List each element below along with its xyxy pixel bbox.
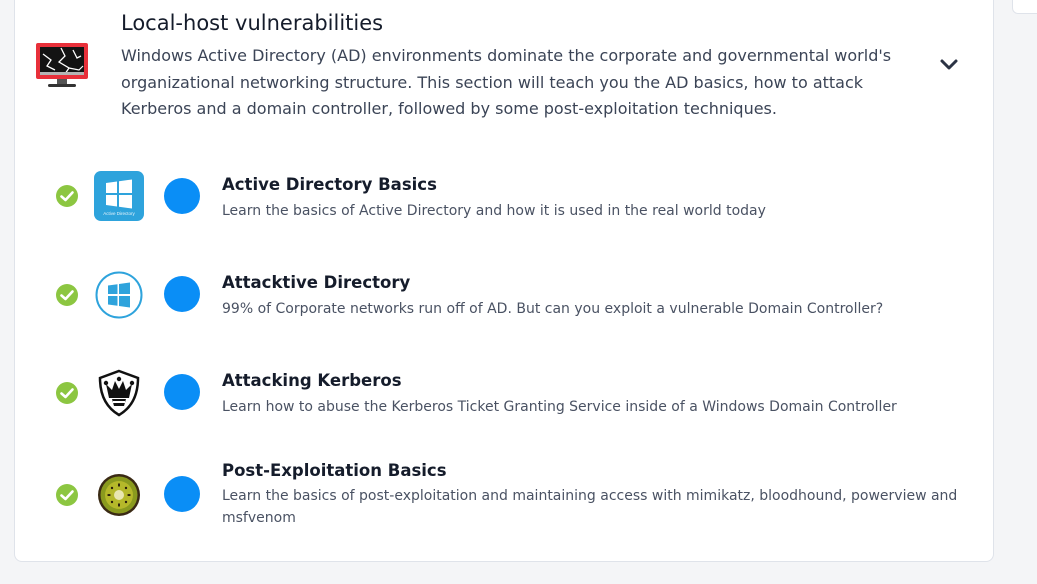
room-title[interactable]: Post-Exploitation Basics xyxy=(222,461,447,480)
room-icon-caption: Active Directory xyxy=(103,211,135,216)
room-description: Learn the basics of post-exploitation an… xyxy=(222,488,958,526)
room-description: Learn how to abuse the Kerberos Ticket G… xyxy=(222,399,897,415)
room-title[interactable]: Attacking Kerberos xyxy=(222,371,402,390)
room-description: 99% of Corporate networks run off of AD.… xyxy=(222,301,884,317)
status-dot xyxy=(164,374,200,410)
room-item[interactable]: Attacktive Directory 99% of Corporate ne… xyxy=(0,255,1037,335)
check-icon xyxy=(56,284,78,306)
status-dot xyxy=(164,476,200,512)
module-title: Local-host vulnerabilities xyxy=(121,11,384,35)
check-icon xyxy=(56,185,78,207)
windows-logo-icon: Active Directory xyxy=(94,171,144,221)
kiwi-icon xyxy=(98,474,140,516)
status-dot xyxy=(164,276,200,312)
room-item[interactable]: Post-Exploitation Basics Learn the basic… xyxy=(0,451,1037,531)
room-title[interactable]: Attacktive Directory xyxy=(222,273,410,292)
check-icon xyxy=(56,382,78,404)
module-description: Windows Active Directory (AD) environmen… xyxy=(121,46,892,118)
status-dot xyxy=(164,178,200,214)
broken-monitor-icon xyxy=(36,43,88,87)
room-item[interactable]: Active Directory Active Directory Basics… xyxy=(0,157,1037,237)
windows-circle-icon xyxy=(95,271,143,319)
room-title[interactable]: Active Directory Basics xyxy=(222,175,437,194)
chevron-down-icon[interactable] xyxy=(938,56,960,72)
jester-shield-icon xyxy=(98,369,140,417)
adjacent-card xyxy=(1012,0,1037,14)
check-icon xyxy=(56,484,78,506)
room-description: Learn the basics of Active Directory and… xyxy=(222,203,766,219)
room-item[interactable]: Attacking Kerberos Learn how to abuse th… xyxy=(0,353,1037,433)
